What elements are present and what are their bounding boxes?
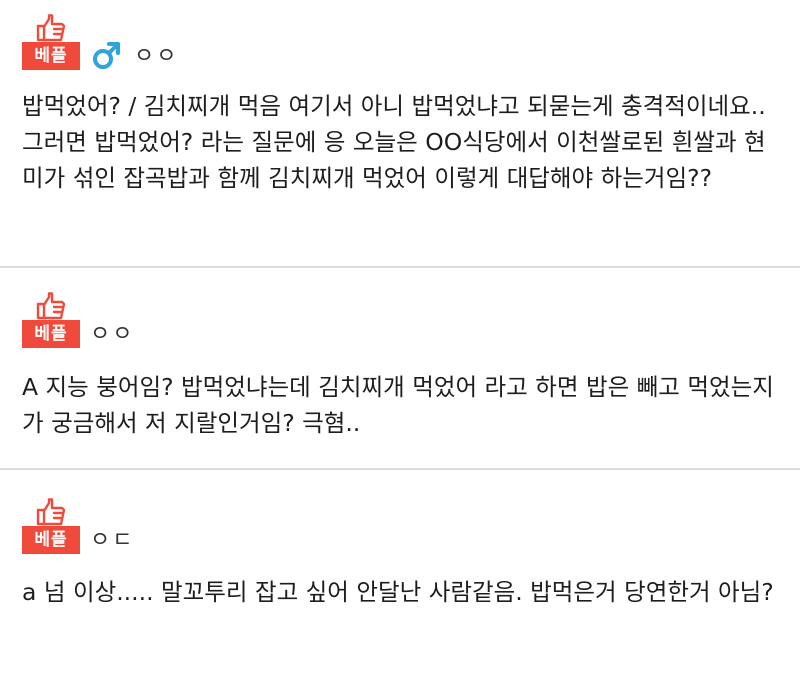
comment-text: 밥먹었어? / 김치찌개 먹음 여기서 아니 밥먹었냐고 되묻는게 충격적이네요… [22, 92, 766, 192]
comment-text: a 넘 이상..... 말꼬투리 잡고 싶어 안달난 사람같음. 밥먹은거 당연… [22, 578, 774, 606]
thumbs-up-icon [36, 292, 66, 320]
best-badge-label: 베플 [22, 320, 80, 348]
comment-list: 베플 ㅇㅇ 밥먹었어? / 김치찌개 먹음 여기서 아니 밥먹었냐고 되묻는게 … [0, 0, 800, 676]
best-badge: 베플 [22, 292, 80, 348]
best-badge: 베플 [22, 14, 80, 70]
thumbs-up-icon [36, 498, 66, 526]
comment-item: 베플 ㅇㅇ A 지능 붕어임? 밥먹었냐는데 김치찌개 먹었어 라고 하면 밥은… [0, 268, 800, 470]
nickname: ㅇㅇ [90, 322, 135, 347]
comment-item: 베플 ㅇㅇ 밥먹었어? / 김치찌개 먹음 여기서 아니 밥먹었냐고 되묻는게 … [0, 0, 800, 268]
comment-text: A 지능 붕어임? 밥먹었냐는데 김치찌개 먹었어 라고 하면 밥은 빼고 먹었… [22, 373, 774, 437]
best-badge-label: 베플 [22, 526, 80, 554]
comment-header: 베플 ㅇㅇ [22, 292, 422, 348]
comment-header: 베플 ㅇㄷ [22, 498, 422, 554]
male-icon [93, 42, 120, 69]
comment-header: 베플 ㅇㅇ [22, 14, 422, 70]
nickname: ㅇㅇ [134, 44, 179, 69]
best-badge-label: 베플 [22, 42, 80, 70]
comment-item: 베플 ㅇㄷ a 넘 이상..... 말꼬투리 잡고 싶어 안달난 사람같음. 밥… [0, 470, 800, 676]
thumbs-up-icon [36, 14, 66, 42]
best-badge: 베플 [22, 498, 80, 554]
nickname: ㅇㄷ [90, 528, 135, 553]
